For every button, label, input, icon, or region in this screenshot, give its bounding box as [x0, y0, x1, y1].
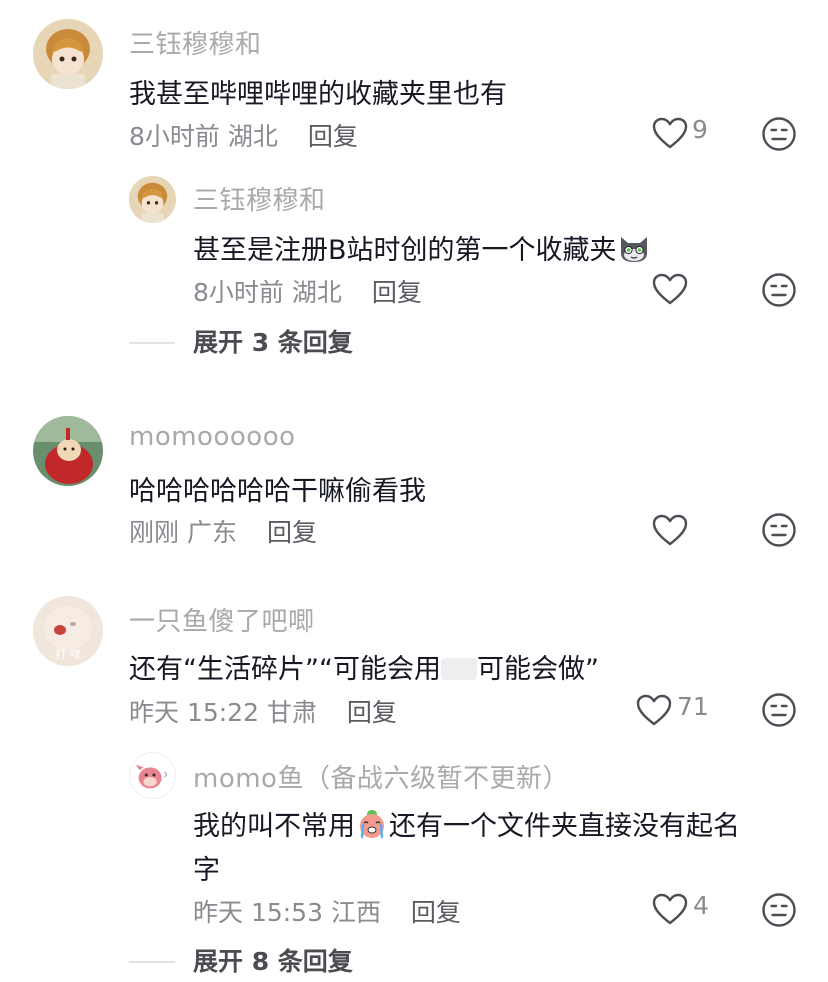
comment-meta: 昨天 15:22 甘肃 回复 [129, 693, 397, 729]
reply-time: 昨天 15:53 [193, 898, 323, 927]
reply-text-content: 甚至是注册B站时创的第一个收藏夹 [193, 235, 617, 266]
comment-time: 昨天 15:22 [129, 698, 259, 727]
reply-button[interactable]: 回复 [347, 698, 397, 727]
like-count: 71 [677, 692, 709, 721]
divider [129, 342, 175, 344]
comment-time: 8小时前 [129, 122, 220, 151]
like-button[interactable] [652, 893, 688, 925]
dislike-button[interactable] [761, 892, 797, 928]
reply-meta: 8小时前 湖北 回复 [193, 273, 422, 309]
avatar-caption: 打 咩 [55, 647, 81, 661]
comment-text: 还有“生活碎片”“可能会用 可能会做” [129, 647, 599, 686]
username[interactable]: 一只鱼傻了吧唧 [129, 601, 315, 638]
dislike-button[interactable] [761, 116, 797, 152]
reply-button[interactable]: 回复 [372, 278, 422, 307]
reply-text-line2: 字 [193, 855, 220, 886]
expressionless-face-icon [761, 512, 797, 548]
reply-location: 江西 [330, 898, 381, 927]
expressionless-face-icon [761, 892, 797, 928]
expand-replies-button[interactable]: 展开 3 条回复 [193, 323, 353, 359]
heart-outline-icon [652, 893, 688, 925]
comment-location: 甘肃 [266, 698, 317, 727]
like-count: 9 [692, 115, 708, 144]
reply-button[interactable]: 回复 [267, 518, 317, 547]
reply-location: 湖北 [291, 278, 342, 307]
comment-text: 我甚至哔哩哔哩的收藏夹里也有 [129, 79, 507, 110]
comment-location: 湖北 [227, 122, 278, 151]
redacted-area [440, 658, 477, 680]
avatar[interactable] [33, 416, 103, 486]
reply-button[interactable]: 回复 [411, 898, 461, 927]
reply-text: 我的叫不常用 还有一个文件夹直接没有起名 [193, 804, 740, 843]
expressionless-face-icon [761, 116, 797, 152]
like-button[interactable] [652, 514, 688, 546]
avatar[interactable] [129, 752, 176, 799]
reply-text-part2: 还有一个文件夹直接没有起名 [389, 811, 740, 842]
heart-outline-icon [636, 694, 672, 726]
expressionless-face-icon [761, 272, 797, 308]
avatar[interactable]: 打 咩 [33, 596, 103, 666]
reply-meta: 昨天 15:53 江西 回复 [193, 893, 461, 929]
dislike-button[interactable] [761, 272, 797, 308]
comment-location: 广东 [186, 518, 237, 547]
comment-meta: 8小时前 湖北 回复 [129, 117, 358, 153]
reply-text-part1: 我的叫不常用 [193, 811, 355, 842]
like-count: 4 [693, 891, 709, 920]
like-button[interactable] [636, 694, 672, 726]
dislike-button[interactable] [761, 512, 797, 548]
comment-text: 哈哈哈哈哈哈干嘛偷看我 [129, 476, 426, 507]
reply-time: 8小时前 [193, 278, 284, 307]
expand-replies-button[interactable]: 展开 8 条回复 [193, 942, 353, 978]
avatar[interactable] [129, 176, 176, 223]
like-button[interactable] [652, 273, 688, 305]
heart-outline-icon [652, 117, 688, 149]
dislike-button[interactable] [761, 692, 797, 728]
comment-text-part1: 还有“生活碎片”“可能会用 [129, 654, 441, 685]
cat-face-emoji [617, 231, 651, 265]
avatar[interactable] [33, 19, 103, 89]
crying-face-emoji [355, 807, 389, 841]
expressionless-face-icon [761, 692, 797, 728]
username[interactable]: 三钰穆穆和 [129, 24, 262, 61]
reply-text: 甚至是注册B站时创的第一个收藏夹 [193, 228, 651, 267]
heart-outline-icon [652, 514, 688, 546]
username[interactable]: momoooooo [129, 422, 296, 452]
comment-text-part2: 可能会做” [476, 654, 599, 685]
like-button[interactable] [652, 117, 688, 149]
username[interactable]: 三钰穆穆和 [193, 180, 326, 217]
username[interactable]: momo鱼（备战六级暂不更新） [193, 758, 569, 795]
divider [129, 961, 175, 963]
comment-time: 刚刚 [129, 518, 180, 547]
heart-outline-icon [652, 273, 688, 305]
reply-button[interactable]: 回复 [308, 122, 358, 151]
comment-meta: 刚刚 广东 回复 [129, 513, 317, 549]
